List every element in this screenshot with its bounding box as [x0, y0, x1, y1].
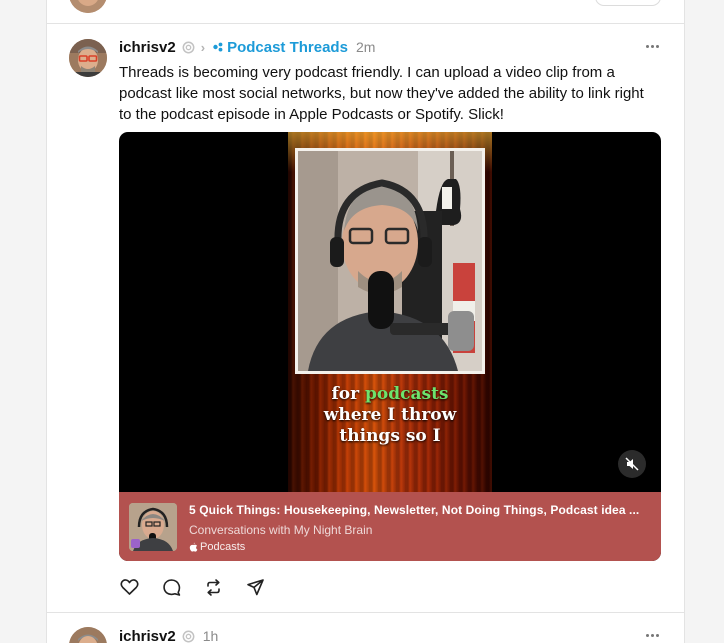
podcast-show-name: Conversations with My Night Brain	[189, 523, 373, 537]
post-header: ichrisv2 › Podcast Threads 2m	[119, 35, 375, 59]
comment-button[interactable]	[161, 577, 181, 597]
podcast-episode-link[interactable]: 5 Quick Things: Housekeeping, Newsletter…	[119, 492, 661, 561]
podcast-source-label: Podcasts	[200, 541, 246, 553]
muted-speaker-icon	[625, 457, 639, 471]
topic-link[interactable]: Podcast Threads	[227, 39, 348, 56]
repost-icon	[206, 578, 220, 596]
mute-button[interactable]	[618, 450, 646, 478]
apple-icon	[189, 542, 198, 552]
avatar[interactable]	[69, 39, 107, 77]
thread-feed: ichrisv2 › Podcast Threads 2m Threads is…	[46, 0, 685, 643]
previous-post-button[interactable]	[595, 0, 661, 6]
divider	[47, 23, 684, 24]
heart-icon	[119, 579, 139, 595]
caption-line-3: things so I	[339, 426, 441, 446]
more-options-icon[interactable]	[644, 44, 662, 50]
repost-button[interactable]	[203, 577, 223, 597]
video-player[interactable]: for podcasts where I throw things so I	[288, 132, 492, 492]
caption-line-2: where I throw	[323, 405, 457, 425]
avatar-previous-post[interactable]	[69, 0, 107, 13]
avatar-next-post[interactable]	[69, 627, 107, 643]
podcast-source: Podcasts	[189, 541, 245, 553]
podcast-episode-title: 5 Quick Things: Housekeeping, Newsletter…	[189, 503, 640, 517]
like-button[interactable]	[119, 577, 139, 597]
caption-highlight: podcasts	[365, 384, 449, 404]
video-caption: for podcasts where I throw things so I	[288, 384, 492, 447]
video-frame	[295, 148, 485, 374]
next-post-timestamp[interactable]: 1h	[203, 628, 219, 643]
caption-line-1-text: for	[331, 384, 366, 404]
share-button[interactable]	[245, 577, 265, 597]
username[interactable]: ichrisv2	[119, 39, 176, 56]
next-post-header: ichrisv2 1h	[119, 624, 218, 643]
verified-icon	[182, 630, 195, 642]
video-media[interactable]: for podcasts where I throw things so I 5…	[119, 132, 661, 561]
podcast-thumbnail	[129, 503, 177, 551]
chevron-right-icon: ›	[200, 39, 206, 55]
topic-dots-icon	[213, 42, 223, 52]
next-post-username[interactable]: ichrisv2	[119, 628, 176, 643]
comment-icon	[162, 578, 180, 596]
more-options-icon[interactable]	[644, 633, 662, 639]
verified-icon	[182, 41, 195, 53]
divider	[47, 612, 684, 613]
post-timestamp[interactable]: 2m	[356, 39, 375, 55]
post-text: Threads is becoming very podcast friendl…	[119, 64, 644, 123]
share-icon	[246, 578, 264, 595]
